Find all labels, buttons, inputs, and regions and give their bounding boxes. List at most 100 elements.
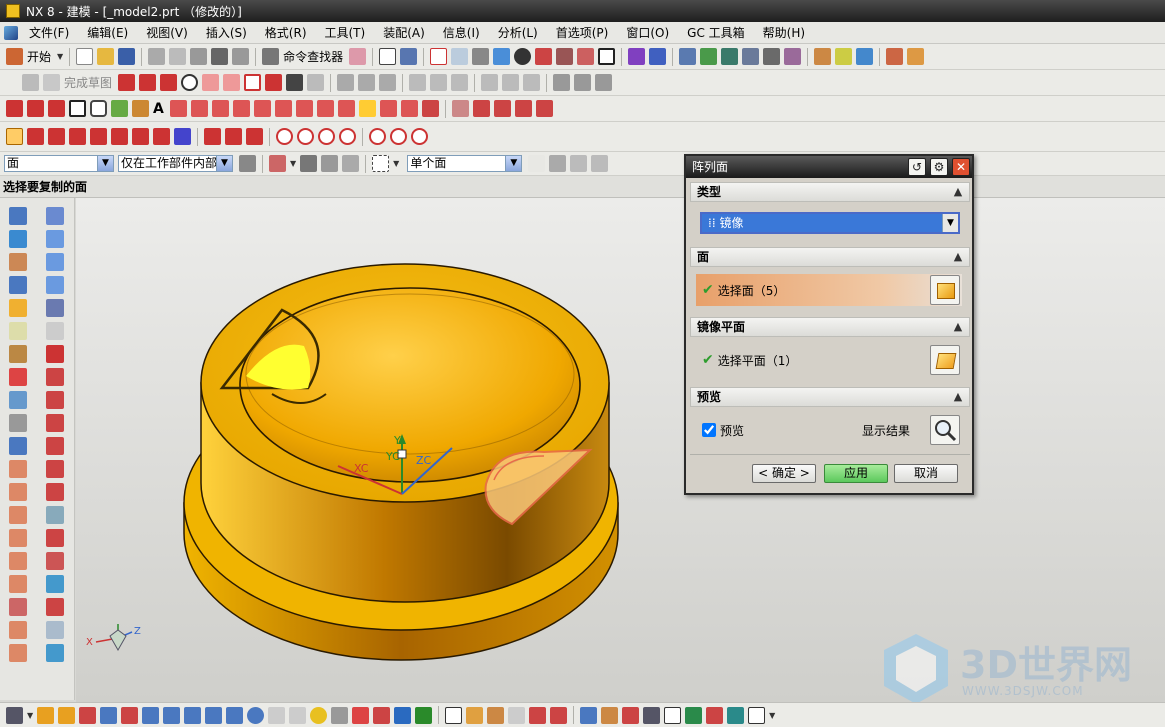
offset-face-icon[interactable] (46, 368, 64, 386)
block-icon[interactable] (37, 706, 55, 724)
show-result-button[interactable] (930, 415, 960, 445)
layer-settings-icon[interactable] (679, 48, 697, 65)
menu-tools[interactable]: 工具(T) (316, 22, 375, 44)
command-finder-icon[interactable] (262, 48, 280, 65)
slot-icon[interactable] (9, 345, 27, 363)
shaded-cube-icon[interactable] (493, 48, 511, 65)
start-icon[interactable] (6, 48, 23, 65)
graphics-window[interactable]: Y XC YC ZC X Z (76, 198, 1165, 702)
spline-icon[interactable] (48, 100, 65, 117)
constraint-icon[interactable] (409, 74, 427, 91)
preview-checkbox[interactable] (702, 423, 716, 437)
finish-sketch-icon[interactable] (43, 74, 60, 91)
global-shape-icon[interactable] (706, 706, 724, 724)
ruled-icon[interactable] (46, 276, 64, 294)
linear-dimension-icon[interactable] (46, 598, 64, 616)
datum-csys-icon[interactable] (184, 706, 202, 724)
mesh-icon[interactable] (331, 706, 349, 724)
wrap-icon[interactable] (295, 100, 313, 117)
layer-visible-icon[interactable] (763, 48, 781, 65)
split-body-icon[interactable] (9, 552, 27, 570)
point-set-icon[interactable] (205, 706, 223, 724)
command-finder-button[interactable]: 命令查找器 (283, 48, 343, 65)
general-selection-icon[interactable] (269, 155, 286, 172)
wcs-icon[interactable] (628, 48, 646, 65)
angular-dimension-icon[interactable] (46, 621, 64, 639)
rotate-icon[interactable] (472, 48, 490, 65)
type-filter-dropdown[interactable]: 面 ▼ (4, 155, 114, 172)
menu-assemblies[interactable]: 装配(A) (374, 22, 434, 44)
cylinder-body-icon[interactable] (58, 706, 76, 724)
project-icon[interactable] (211, 100, 229, 117)
redo-icon[interactable] (232, 48, 250, 65)
selection-scope-dropdown[interactable]: 仅在工作部件内部 ▼ (118, 155, 233, 172)
fit-view-icon[interactable] (430, 48, 448, 65)
mirror-face-icon[interactable] (46, 483, 64, 501)
copy-face-icon[interactable] (46, 529, 64, 547)
bridge-icon[interactable] (190, 100, 208, 117)
view-orient-icon[interactable] (6, 706, 23, 724)
pattern-feature-icon[interactable] (9, 437, 27, 455)
move-face-icon[interactable] (46, 414, 64, 432)
deselect-icon[interactable] (321, 155, 339, 172)
cancel-button[interactable]: 取消 (894, 464, 958, 483)
circle-center-icon[interactable] (276, 128, 293, 145)
paste-icon[interactable] (190, 48, 208, 65)
relations-icon[interactable] (502, 74, 520, 91)
menu-window[interactable]: 窗口(O) (617, 22, 678, 44)
chevron-down-icon[interactable]: ▼ (27, 711, 33, 720)
tube-icon[interactable] (394, 706, 412, 724)
select-face-button[interactable] (930, 275, 960, 305)
resize-blend-icon[interactable] (46, 506, 64, 524)
intersect-icon[interactable] (232, 100, 250, 117)
chevron-up-icon[interactable]: ▲ (949, 184, 967, 200)
menu-help[interactable]: 帮助(H) (754, 22, 814, 44)
join-icon[interactable] (316, 100, 334, 117)
pad-icon[interactable] (9, 322, 27, 340)
type-section-header[interactable]: 类型 ▲ (690, 182, 970, 202)
law-curve-icon[interactable] (132, 100, 149, 117)
polygon-icon[interactable] (265, 74, 283, 91)
snap-point-icon[interactable] (549, 155, 567, 172)
flange-icon[interactable] (727, 706, 745, 724)
window-icon[interactable] (379, 48, 397, 65)
pen-icon[interactable] (508, 706, 526, 724)
sphere-body-icon[interactable] (310, 706, 328, 724)
emboss-icon[interactable] (415, 706, 433, 724)
chevron-down-icon[interactable]: ▼ (57, 52, 63, 61)
point-icon[interactable] (286, 74, 304, 91)
menu-file[interactable]: 文件(F) (20, 22, 78, 44)
dimension-icon[interactable] (430, 74, 448, 91)
circle-body-icon[interactable] (247, 706, 265, 724)
rectangle-select-icon[interactable] (372, 155, 390, 172)
menu-view[interactable]: 视图(V) (137, 22, 197, 44)
chevron-down-icon[interactable]: ▼ (97, 156, 113, 171)
extrude-icon[interactable] (9, 207, 27, 225)
edge-blend-icon[interactable] (9, 575, 27, 593)
move-object-icon[interactable] (649, 48, 667, 65)
cone-apex-icon[interactable] (390, 128, 407, 145)
draft-body-icon[interactable] (466, 706, 484, 724)
measure-icon[interactable] (814, 48, 832, 65)
edge-chamfer-icon[interactable] (601, 706, 619, 724)
extract-icon[interactable] (274, 100, 292, 117)
pocket-icon[interactable] (9, 299, 27, 317)
curve-analysis-icon[interactable] (856, 48, 874, 65)
chevron-up-icon[interactable]: ▲ (949, 319, 967, 335)
trim-icon[interactable] (337, 74, 355, 91)
preview-section-header[interactable]: 预览 ▲ (690, 387, 970, 407)
chamfer-edge-icon[interactable] (9, 598, 27, 616)
edit-curve-icon[interactable] (451, 100, 469, 117)
show-constraints-icon[interactable] (481, 74, 499, 91)
silhouette-icon[interactable] (379, 100, 397, 117)
orient-view-icon[interactable] (535, 48, 553, 65)
snap-icon[interactable] (784, 48, 802, 65)
chevron-up-icon[interactable]: ▲ (949, 249, 967, 265)
radial-dimension-icon[interactable] (46, 644, 64, 662)
select-all-icon[interactable] (300, 155, 318, 172)
part-model[interactable]: Y XC YC ZC X Z (76, 198, 1165, 702)
menu-information[interactable]: 信息(I) (434, 22, 489, 44)
extend-icon[interactable] (358, 74, 376, 91)
gear-icon[interactable]: ⚙ (930, 158, 948, 176)
sketch-icon[interactable] (22, 74, 39, 91)
